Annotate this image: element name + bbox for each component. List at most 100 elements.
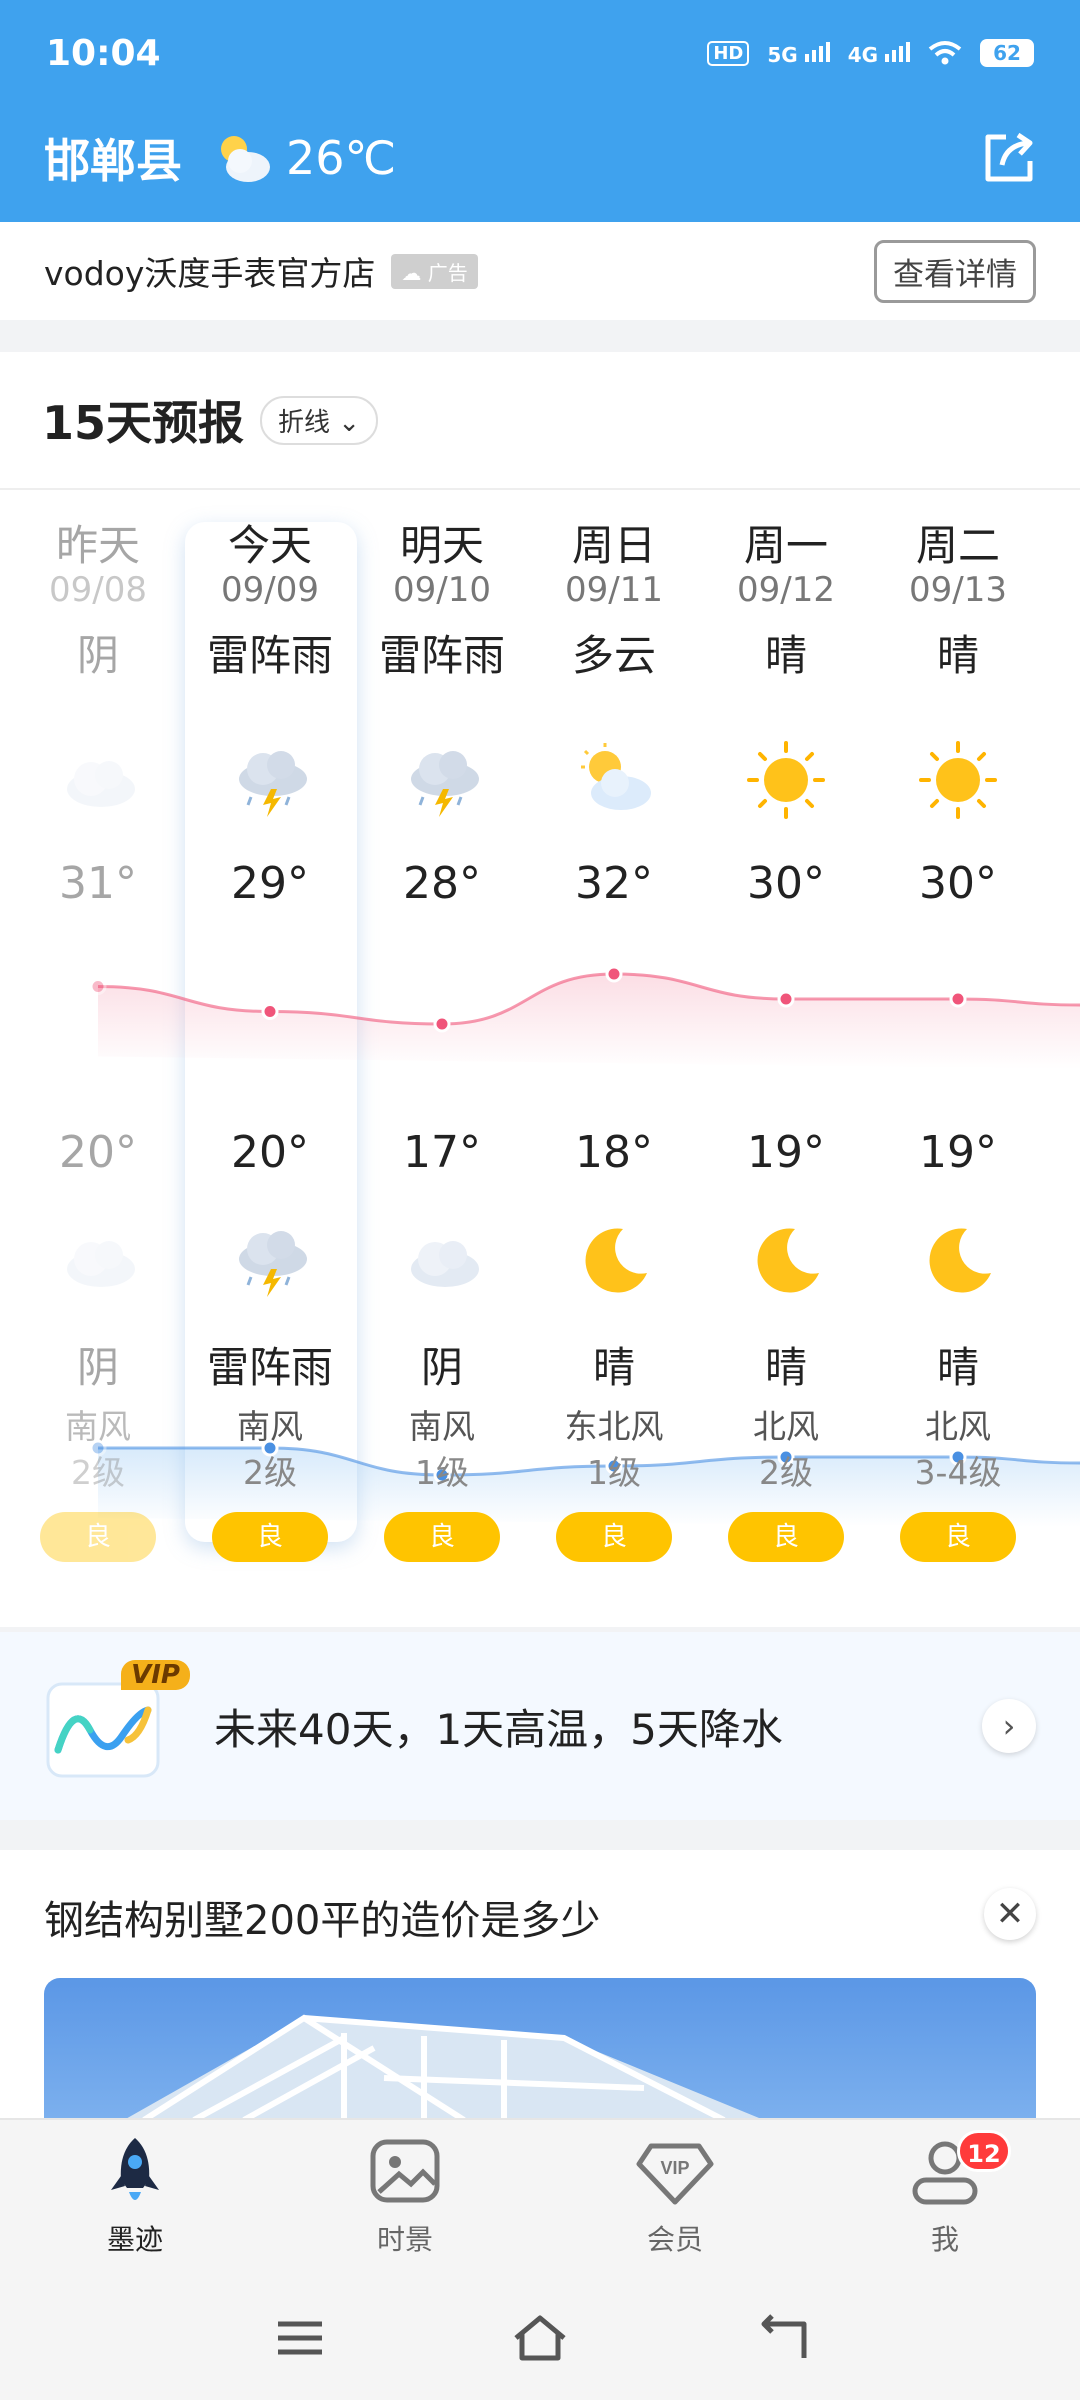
- thunderstorm-icon: [399, 737, 485, 823]
- nav-item-shijing[interactable]: 时景: [305, 2132, 505, 2258]
- night-weather: 晴: [592, 1343, 635, 1392]
- night-weather: 晴: [936, 1343, 979, 1392]
- nav-item-me[interactable]: 我 12: [845, 2130, 1045, 2258]
- wind-direction: 南风: [409, 1407, 475, 1446]
- low-temp: 17°: [403, 1127, 481, 1178]
- wind-level: 3-4级: [914, 1453, 1002, 1492]
- home-icon[interactable]: [510, 2310, 570, 2366]
- forecast-header: 15天预报 折线 ⌄: [0, 352, 1080, 490]
- night-weather: 阴: [76, 1343, 119, 1392]
- low-temp: 18°: [575, 1127, 653, 1178]
- system-nav-bar: [0, 2274, 1080, 2400]
- close-icon[interactable]: ✕: [984, 1888, 1036, 1940]
- status-icons: HD 5G 4G 62: [707, 39, 1034, 67]
- partly-cloudy-icon: [571, 737, 657, 823]
- day-weather: 多云: [571, 631, 656, 680]
- high-temp-point: [777, 990, 795, 1008]
- top-bar: 10:04 HD 5G 4G 62 邯郸县 26℃: [0, 0, 1080, 222]
- sun-icon: [743, 737, 829, 823]
- high-temp: 29°: [231, 858, 309, 909]
- high-temp-point: [89, 978, 107, 995]
- nav-item-vip[interactable]: VIP 会员: [575, 2132, 775, 2258]
- high-temp-point: [949, 990, 967, 1008]
- battery-icon: 62: [980, 39, 1034, 67]
- cloudy-icon: [55, 737, 141, 823]
- rocket-icon: [111, 2138, 159, 2200]
- ad-title[interactable]: vodoy沃度手表官方店: [44, 247, 375, 295]
- article-card[interactable]: 钢结构别墅200平的造价是多少 ✕: [0, 1850, 1080, 2120]
- wind-direction: 北风: [753, 1407, 819, 1446]
- city-name[interactable]: 邯郸县: [44, 125, 182, 191]
- moon-icon: [743, 1217, 829, 1303]
- hd-icon: HD: [707, 40, 750, 66]
- ad-details-button[interactable]: 查看详情: [874, 239, 1036, 303]
- vip-forecast-banner[interactable]: VIP 未来40天，1天高温，5天降水 ›: [0, 1632, 1080, 1820]
- date-label: 09/11: [565, 570, 663, 610]
- signal-5g-icon: 5G: [767, 40, 830, 67]
- day-label: 昨天: [55, 521, 140, 570]
- wind-direction: 南风: [65, 1407, 131, 1446]
- day-label: 周二: [915, 521, 1000, 570]
- status-time: 10:04: [46, 32, 161, 74]
- notification-badge: 12: [957, 2130, 1011, 2172]
- night-weather: 阴: [420, 1343, 463, 1392]
- aqi-badge: 良: [384, 1512, 500, 1562]
- thunderstorm-icon: [227, 737, 313, 823]
- vip-diamond-icon: VIP: [636, 2143, 714, 2205]
- nav-label: 墨迹: [106, 2223, 163, 2256]
- nav-label: 我: [930, 2223, 959, 2256]
- day-weather: 晴: [936, 631, 979, 680]
- day-label: 周日: [571, 521, 656, 570]
- thunderstorm-icon: [227, 1217, 313, 1303]
- nav-item-moji[interactable]: 墨迹: [35, 2132, 235, 2258]
- aqi-badge: 良: [900, 1512, 1016, 1562]
- ad-banner[interactable]: vodoy沃度手表官方店 ☁ 广告 查看详情: [0, 222, 1080, 320]
- day-label: 今天: [227, 521, 312, 570]
- cloudy-icon: [399, 1217, 485, 1303]
- nav-label: 时景: [376, 2223, 433, 2256]
- low-temp: 20°: [231, 1127, 309, 1178]
- moon-icon: [915, 1217, 1001, 1303]
- menu-icon[interactable]: [270, 2310, 330, 2366]
- article-title[interactable]: 钢结构别墅200平的造价是多少: [44, 1888, 600, 1946]
- day-weather: 阴: [76, 631, 119, 680]
- date-label: 09/08: [49, 570, 147, 610]
- high-temp: 31°: [59, 858, 137, 909]
- day-label: 周一: [743, 521, 828, 570]
- nav-label: 会员: [646, 2223, 703, 2256]
- back-icon[interactable]: [752, 2310, 812, 2366]
- chevron-right-icon[interactable]: ›: [982, 1699, 1036, 1753]
- day-weather: 雷阵雨: [378, 631, 505, 680]
- high-temp: 30°: [747, 858, 825, 909]
- share-icon[interactable]: [978, 127, 1040, 189]
- day-weather: 晴: [764, 631, 807, 680]
- wind-direction: 南风: [237, 1407, 303, 1446]
- wind-level: 1级: [415, 1453, 469, 1492]
- low-temp: 19°: [919, 1127, 997, 1178]
- wind-level: 2级: [759, 1453, 813, 1492]
- partly-cloudy-icon: [221, 136, 270, 182]
- chart-mode-dropdown[interactable]: 折线 ⌄: [260, 395, 379, 445]
- high-temp-point: [433, 1015, 451, 1033]
- aqi-badge: 良: [728, 1512, 844, 1562]
- ad-tag: ☁ 广告: [391, 253, 478, 289]
- forecast-card: 15天预报 折线 ⌄ 昨天 09/08 阴 31° 20° 阴南风 2级良 今天 09/09 雷阵…: [0, 352, 1080, 1627]
- date-label: 09/10: [393, 570, 491, 610]
- aqi-badge: 良: [212, 1512, 328, 1562]
- vip-summary-text: 未来40天，1天高温，5天降水: [214, 1704, 783, 1754]
- wind-direction: 东北风: [564, 1407, 664, 1446]
- vip-badge: VIP: [121, 1660, 190, 1690]
- cloudy-icon: [55, 1217, 141, 1303]
- sun-icon: [915, 737, 1001, 823]
- day-label: 明天: [399, 521, 484, 570]
- article-image[interactable]: [44, 1978, 1036, 2120]
- vip-trend-icon: VIP: [44, 1660, 190, 1780]
- forecast-title: 15天预报: [42, 396, 245, 450]
- header-row: 邯郸县 26℃: [44, 118, 1040, 198]
- current-temp: 26℃: [286, 131, 397, 185]
- bottom-nav: 墨迹 时景 VIP 会员 我 12: [0, 2118, 1080, 2274]
- wind-direction: 北风: [925, 1407, 991, 1446]
- image-icon: [370, 2139, 440, 2203]
- svg-text:VIP: VIP: [660, 2158, 689, 2178]
- low-temp: 20°: [59, 1127, 137, 1178]
